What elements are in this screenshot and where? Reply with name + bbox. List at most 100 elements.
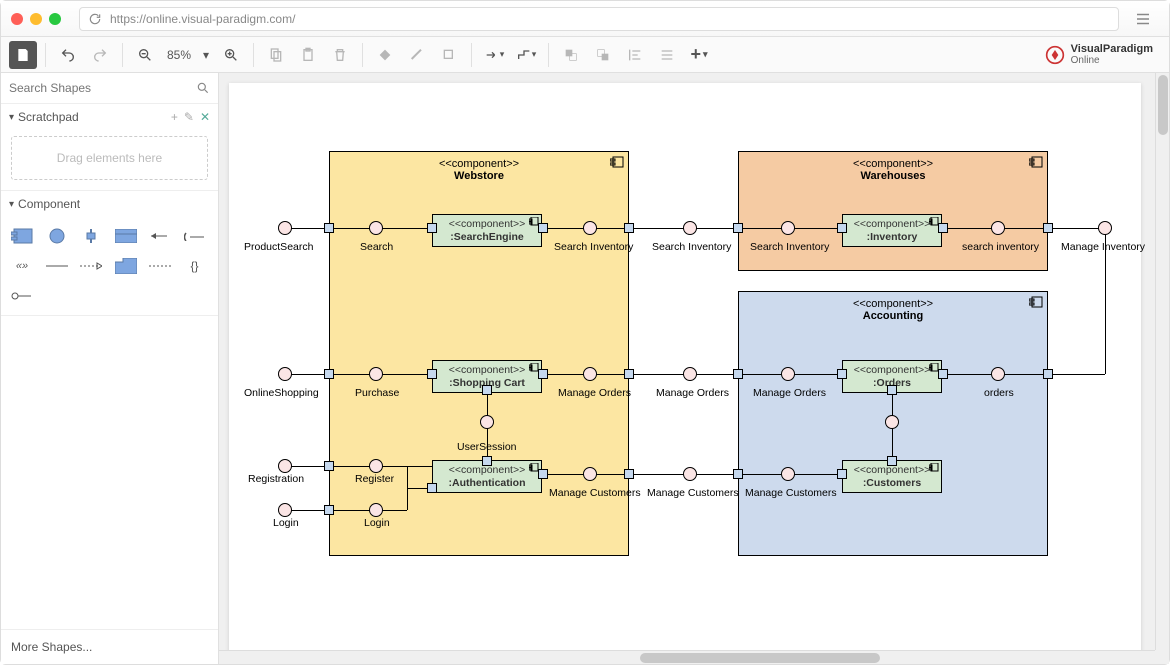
port-sq[interactable] — [887, 385, 897, 395]
port-sq[interactable] — [482, 456, 492, 466]
port-sq[interactable] — [733, 469, 743, 479]
port[interactable] — [781, 467, 795, 481]
close-window[interactable] — [11, 13, 23, 25]
palette-arrow[interactable] — [80, 257, 102, 275]
port[interactable] — [583, 221, 597, 235]
browser-menu-button[interactable] — [1127, 7, 1159, 31]
port[interactable] — [278, 221, 292, 235]
port[interactable] — [1098, 221, 1112, 235]
waypoint-button[interactable]: ▾ — [512, 41, 540, 69]
port-sq[interactable] — [938, 223, 948, 233]
connection-style-button[interactable]: ▾ — [480, 41, 508, 69]
port[interactable] — [369, 221, 383, 235]
port-sq[interactable] — [427, 223, 437, 233]
port-sq[interactable] — [538, 469, 548, 479]
shadow-button[interactable] — [435, 41, 463, 69]
close-icon[interactable]: ✕ — [200, 110, 210, 124]
palette-node[interactable] — [46, 227, 68, 245]
port-sq[interactable] — [837, 223, 847, 233]
port[interactable] — [278, 459, 292, 473]
port-sq[interactable] — [538, 369, 548, 379]
scratchpad-header[interactable]: ▾Scratchpad +✎✕ — [1, 104, 218, 130]
port-sq[interactable] — [324, 461, 334, 471]
port[interactable] — [885, 415, 899, 429]
port-sq[interactable] — [482, 385, 492, 395]
palette-port[interactable] — [80, 227, 102, 245]
port-sq[interactable] — [1043, 369, 1053, 379]
palette-lollipop[interactable] — [11, 287, 33, 305]
subcomponent-inventory[interactable]: <<component>>:Inventory — [842, 214, 942, 247]
canvas-area[interactable]: <<component>>Webstore <<component>>Wareh… — [219, 73, 1169, 664]
fill-button[interactable] — [371, 41, 399, 69]
port-sq[interactable] — [324, 369, 334, 379]
zoom-out-button[interactable] — [131, 41, 159, 69]
component-header[interactable]: ▾Component — [1, 191, 218, 217]
brand-logo[interactable]: VisualParadigmOnline — [1045, 43, 1161, 66]
maximize-window[interactable] — [49, 13, 61, 25]
port-sq[interactable] — [324, 223, 334, 233]
add-icon[interactable]: + — [171, 110, 178, 124]
palette-component[interactable] — [11, 227, 33, 245]
component-warehouses[interactable]: <<component>>Warehouses — [738, 151, 1048, 271]
port-sq[interactable] — [624, 369, 634, 379]
port-sq[interactable] — [887, 456, 897, 466]
zoom-level[interactable]: 85% — [163, 48, 195, 62]
copy-button[interactable] — [262, 41, 290, 69]
palette-dashed[interactable] — [149, 257, 171, 275]
align-button[interactable] — [621, 41, 649, 69]
port-sq[interactable] — [1043, 223, 1053, 233]
tofront-button[interactable] — [557, 41, 585, 69]
port-sq[interactable] — [324, 505, 334, 515]
shape-search[interactable] — [1, 73, 218, 104]
port[interactable] — [583, 467, 597, 481]
port[interactable] — [369, 459, 383, 473]
scrollbar-vertical[interactable] — [1155, 73, 1169, 650]
subcomponent-searchengine[interactable]: <<component>>:SearchEngine — [432, 214, 542, 247]
port[interactable] — [369, 367, 383, 381]
palette-package[interactable] — [115, 257, 137, 275]
port-sq[interactable] — [733, 369, 743, 379]
port-sq[interactable] — [427, 369, 437, 379]
port-sq[interactable] — [538, 223, 548, 233]
palette-constraint[interactable]: {} — [184, 257, 206, 275]
stroke-button[interactable] — [403, 41, 431, 69]
palette-class[interactable] — [115, 227, 137, 245]
edit-icon[interactable]: ✎ — [184, 110, 194, 124]
port-sq[interactable] — [624, 223, 634, 233]
port[interactable] — [683, 221, 697, 235]
toback-button[interactable] — [589, 41, 617, 69]
address-bar[interactable]: https://online.visual-paradigm.com/ — [79, 7, 1119, 31]
scrollbar-horizontal[interactable] — [219, 650, 1155, 664]
minimize-window[interactable] — [30, 13, 42, 25]
save-button[interactable] — [9, 41, 37, 69]
port-sq[interactable] — [427, 483, 437, 493]
diagram-canvas[interactable]: <<component>>Webstore <<component>>Wareh… — [229, 83, 1141, 664]
port[interactable] — [683, 367, 697, 381]
scratchpad-drop[interactable]: Drag elements here — [11, 136, 208, 180]
add-button[interactable]: +▾ — [685, 41, 713, 69]
palette-dep[interactable] — [149, 227, 171, 245]
port-sq[interactable] — [837, 469, 847, 479]
palette-interface[interactable] — [184, 227, 206, 245]
port[interactable] — [369, 503, 383, 517]
port-sq[interactable] — [624, 469, 634, 479]
redo-button[interactable] — [86, 41, 114, 69]
more-shapes-button[interactable]: More Shapes... — [1, 629, 218, 664]
port[interactable] — [480, 415, 494, 429]
port[interactable] — [278, 367, 292, 381]
zoom-in-button[interactable] — [217, 41, 245, 69]
search-input[interactable] — [9, 81, 196, 95]
palette-realize[interactable]: «» — [11, 257, 33, 275]
port[interactable] — [683, 467, 697, 481]
port[interactable] — [781, 367, 795, 381]
paste-button[interactable] — [294, 41, 322, 69]
port-sq[interactable] — [837, 369, 847, 379]
port[interactable] — [278, 503, 292, 517]
undo-button[interactable] — [54, 41, 82, 69]
port[interactable] — [991, 221, 1005, 235]
port[interactable] — [781, 221, 795, 235]
port[interactable] — [991, 367, 1005, 381]
distribute-button[interactable] — [653, 41, 681, 69]
port-sq[interactable] — [938, 369, 948, 379]
palette-assoc[interactable] — [46, 257, 68, 275]
